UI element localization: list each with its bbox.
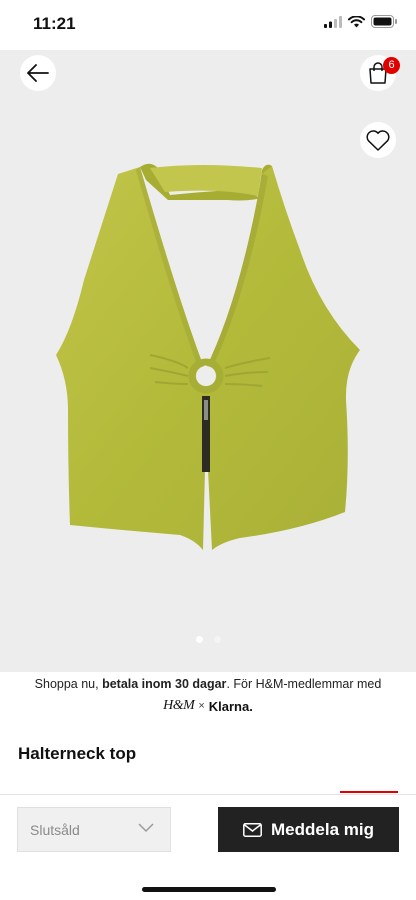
hm-logo: H&M bbox=[163, 698, 195, 713]
action-bar: Slutsåld Meddela mig bbox=[0, 794, 416, 900]
halter-top-image bbox=[56, 163, 360, 550]
status-time: 11:21 bbox=[33, 14, 76, 33]
battery-icon bbox=[371, 15, 398, 33]
carousel-dots bbox=[0, 636, 416, 643]
product-image-carousel[interactable] bbox=[0, 50, 416, 672]
carousel-dot[interactable] bbox=[213, 636, 221, 643]
size-select-value: Slutsåld bbox=[30, 821, 80, 838]
klarna-banner: Shoppa nu, betala inom 30 dagar. För H&M… bbox=[0, 672, 416, 714]
times-sign: × bbox=[198, 700, 205, 712]
favorite-button[interactable] bbox=[360, 122, 396, 158]
size-select[interactable]: Slutsåld bbox=[17, 807, 171, 852]
red-accent-line bbox=[340, 791, 398, 793]
klarna-logo: Klarna. bbox=[208, 698, 253, 714]
notify-me-button[interactable]: Meddela mig bbox=[218, 807, 399, 852]
klarna-text: Shoppa nu, betala inom 30 dagar. För H&M… bbox=[34, 677, 382, 691]
back-button[interactable] bbox=[20, 55, 56, 91]
signal-icon bbox=[324, 15, 342, 33]
status-icons bbox=[324, 15, 398, 33]
home-indicator[interactable] bbox=[142, 887, 276, 892]
chevron-down-icon bbox=[138, 823, 154, 833]
envelope-icon bbox=[243, 822, 262, 837]
status-bar: 11:21 bbox=[0, 0, 416, 50]
wifi-icon bbox=[348, 15, 365, 33]
heart-icon bbox=[366, 129, 390, 151]
arrow-left-icon bbox=[27, 64, 49, 82]
product-title: Halterneck top bbox=[18, 744, 137, 763]
notify-me-label: Meddela mig bbox=[271, 819, 374, 839]
klarna-logos: H&M × Klarna. bbox=[0, 698, 416, 714]
carousel-dot-active[interactable] bbox=[195, 636, 203, 643]
bag-count-badge: 6 bbox=[383, 57, 400, 74]
